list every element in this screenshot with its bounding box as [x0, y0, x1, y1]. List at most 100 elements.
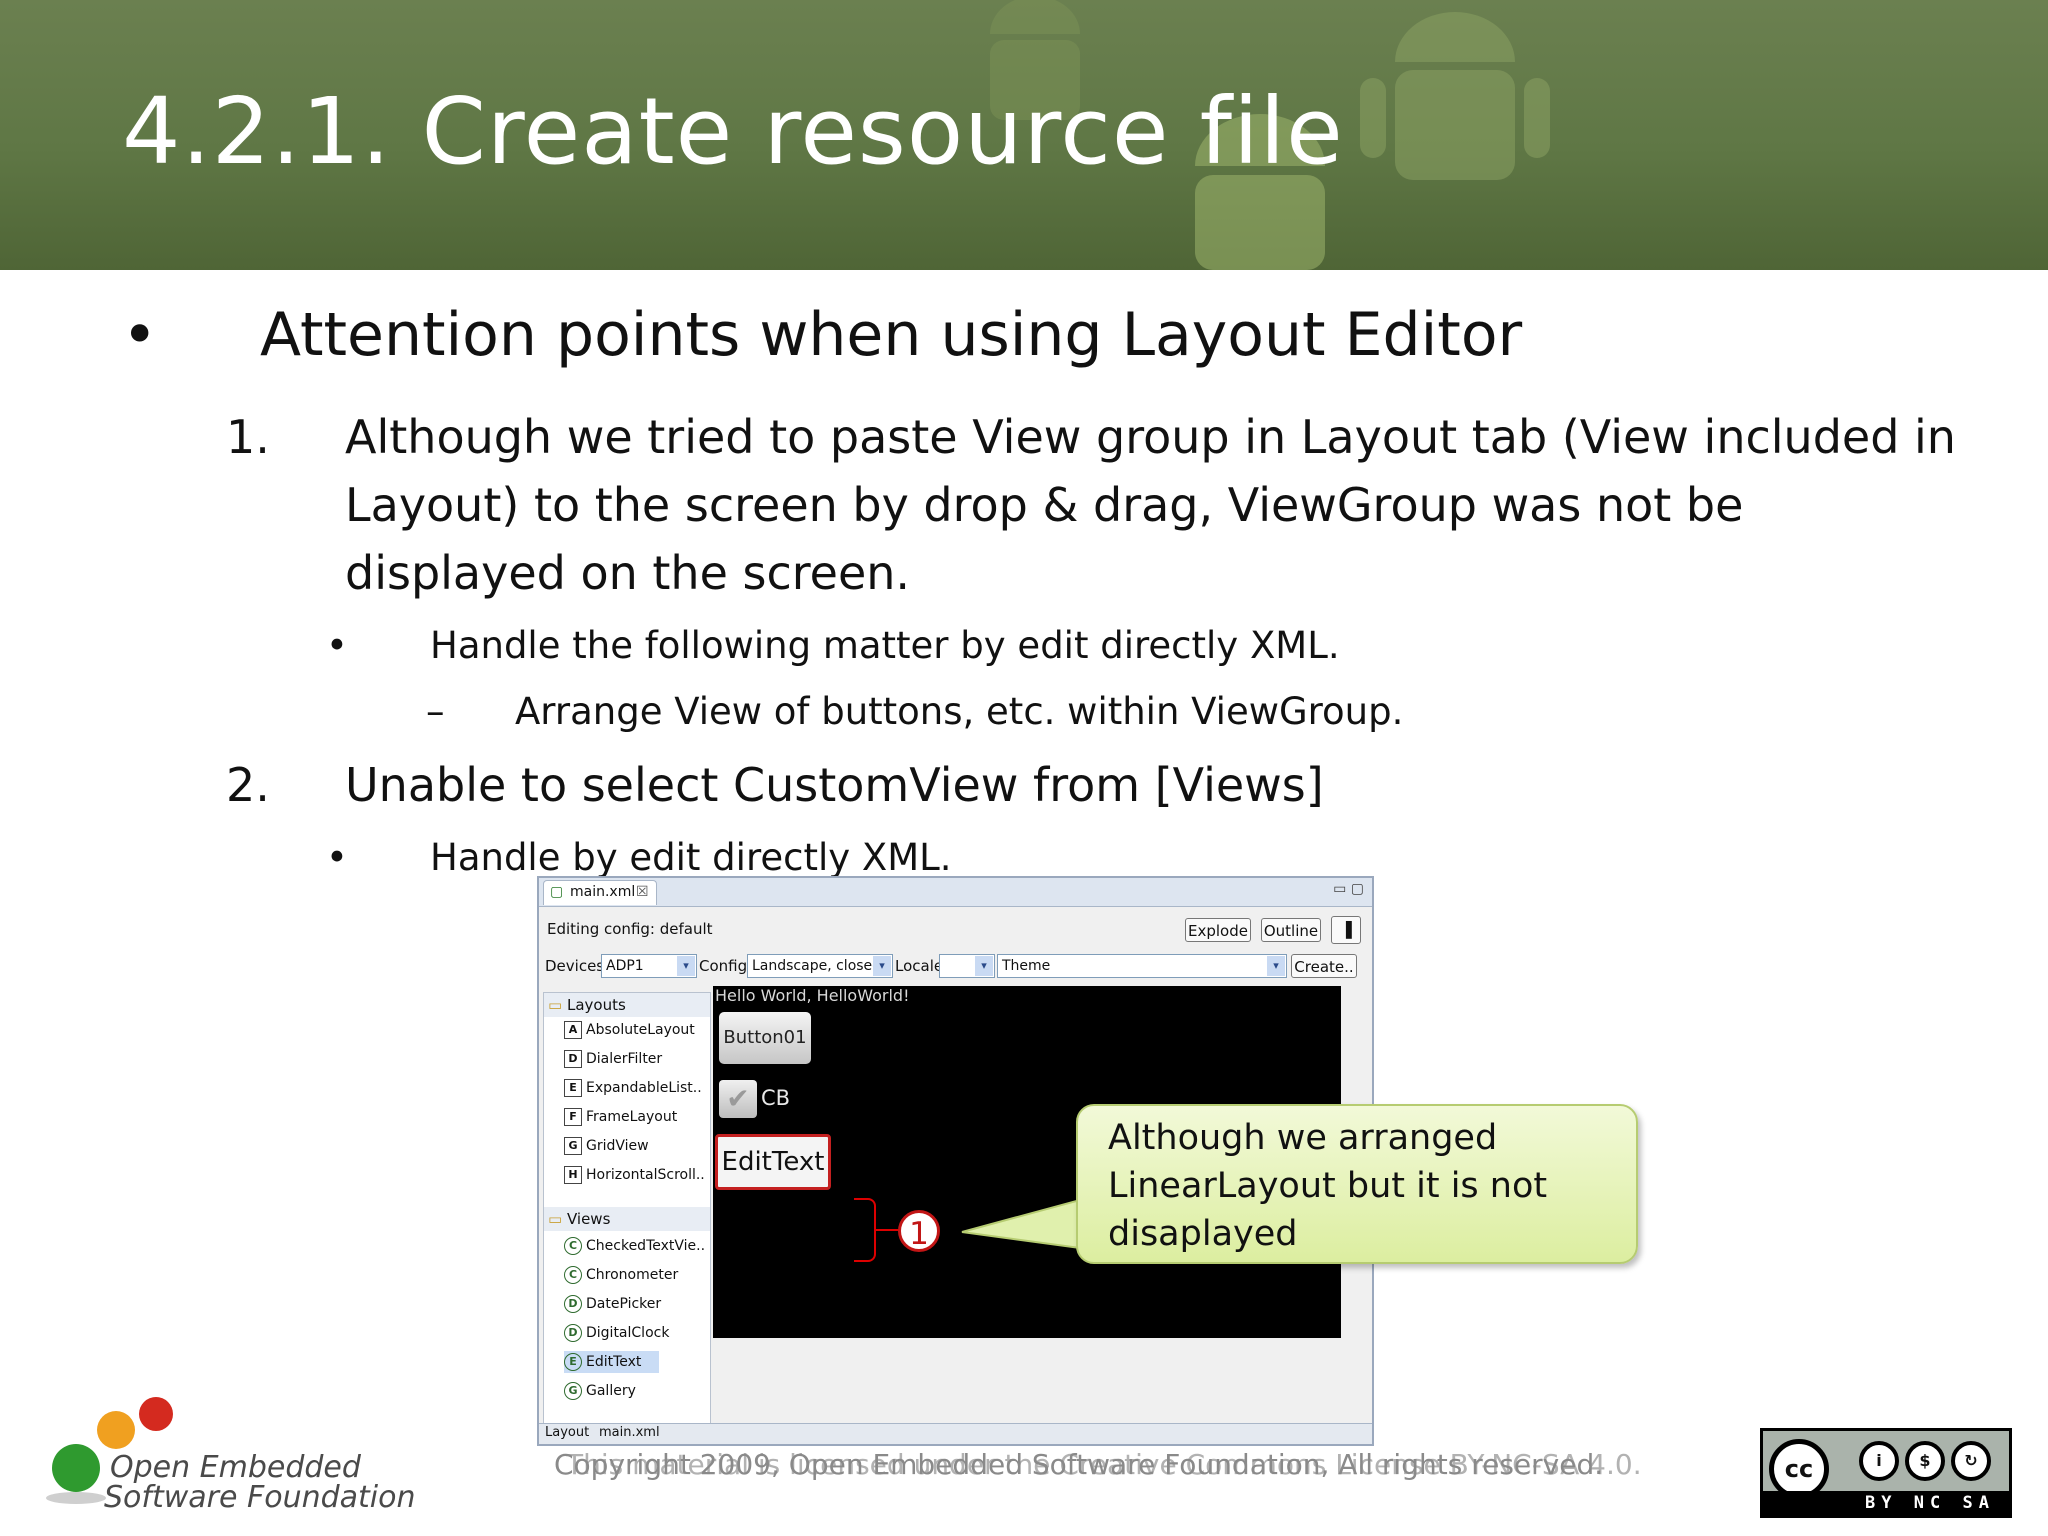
point1-sub-sub: Arrange View of buttons, etc. within Vie…: [515, 690, 1404, 733]
cc-license-badge: cc i $ ↻ BY NC SA: [1760, 1428, 2012, 1518]
layouts-category[interactable]: ▭ Layouts: [544, 993, 710, 1017]
hello-text: Hello World, HelloWorld!: [715, 986, 910, 1005]
palette-item-label: DatePicker: [586, 1296, 662, 1312]
point2-sub-bullet: Handle by edit directly XML.: [430, 836, 952, 879]
footer-license: This material is licensed under the Crea…: [566, 1448, 1642, 1481]
widget-icon: E: [564, 1353, 582, 1371]
locale-select[interactable]: ▾: [939, 954, 995, 978]
point1-sub-bullet: Handle the following matter by edit dire…: [430, 624, 1340, 667]
palette-item[interactable]: G GridView: [564, 1135, 649, 1157]
edittext-preview[interactable]: EditText: [715, 1134, 831, 1190]
cc-sa-label: SA: [1962, 1493, 1995, 1513]
editor-tab-bar: ▢ main.xml ☒ ▭ ▢: [539, 878, 1372, 907]
palette-item-label: HorizontalScroll..: [586, 1167, 705, 1183]
widget-icon: F: [564, 1108, 582, 1126]
config-select[interactable]: Landscape, closec ▾: [747, 954, 893, 978]
palette-item[interactable]: F FrameLayout: [564, 1106, 677, 1128]
logo-text: Software Foundation: [104, 1480, 416, 1515]
point1-number: 1.: [226, 410, 270, 464]
point1-line: displayed on the screen.: [345, 546, 911, 600]
bullet-dot: •: [122, 300, 158, 370]
config-value: Landscape, closec: [752, 958, 880, 974]
palette-item-label: EditText: [586, 1354, 642, 1370]
devices-value: ADP1: [606, 958, 644, 974]
palette-item[interactable]: D DialerFilter: [564, 1048, 662, 1070]
palette-item[interactable]: D DatePicker: [564, 1293, 661, 1315]
palette-item[interactable]: E ExpandableList..: [564, 1077, 702, 1099]
palette-item[interactable]: H HorizontalScroll..: [564, 1164, 705, 1186]
tab-main-xml[interactable]: ▢ main.xml ☒: [543, 880, 657, 905]
chevron-down-icon: ▾: [1267, 956, 1285, 976]
palette-item[interactable]: C Chronometer: [564, 1264, 678, 1286]
palette-panel: ▭ Layouts A AbsoluteLayout D DialerFilter …: [543, 992, 711, 1426]
widget-icon: G: [564, 1137, 582, 1155]
tab-layout[interactable]: Layout: [545, 1425, 589, 1440]
devices-label: Devices: [545, 957, 605, 975]
by-icon: i: [1859, 1441, 1899, 1481]
widget-icon: D: [564, 1324, 582, 1342]
devices-select[interactable]: ADP1 ▾: [601, 954, 697, 978]
widget-icon: D: [564, 1050, 582, 1068]
views-category[interactable]: ▭ Views: [544, 1207, 710, 1231]
red-bracket: [854, 1198, 876, 1262]
chevron-down-icon: ▾: [677, 956, 695, 976]
palette-item-label: DialerFilter: [586, 1051, 663, 1067]
nc-icon: $: [1905, 1441, 1945, 1481]
heading: Attention points when using Layout Edito…: [260, 300, 1523, 370]
palette-item-label: Chronometer: [586, 1267, 679, 1283]
button01-preview[interactable]: Button01: [719, 1012, 811, 1064]
sub-bullet-dot: •: [326, 836, 348, 879]
sub-dash: –: [426, 690, 445, 733]
close-icon[interactable]: ☒: [636, 884, 649, 900]
palette-item[interactable]: G Gallery: [564, 1380, 636, 1402]
callout-line: Although we arranged: [1108, 1118, 1498, 1158]
editing-config-label: Editing config: default: [547, 920, 713, 938]
palette-item-label: ExpandableList..: [586, 1080, 702, 1096]
cc-icon: cc: [1769, 1439, 1829, 1499]
point1-line: Although we tried to paste View group in…: [345, 410, 1956, 464]
chevron-down-icon: ▾: [975, 956, 993, 976]
widget-icon: A: [564, 1021, 582, 1039]
callout-line: disaplayed: [1108, 1214, 1298, 1254]
palette-item-label: DigitalClock: [586, 1325, 670, 1341]
palette-item-label: Gallery: [586, 1383, 636, 1399]
outline-button[interactable]: Outline: [1261, 918, 1321, 942]
folder-icon: ▭: [548, 996, 563, 1014]
point2-number: 2.: [226, 758, 270, 812]
window-controls[interactable]: ▭ ▢: [1333, 881, 1364, 897]
folder-icon: ▭: [548, 1210, 563, 1228]
chevron-down-icon: ▾: [873, 956, 891, 976]
palette-item-label: CheckedTextVie..: [586, 1238, 706, 1254]
sub-bullet-dot: •: [326, 624, 348, 667]
widget-icon: H: [564, 1166, 582, 1184]
palette-item-selected[interactable]: E EditText: [564, 1351, 660, 1373]
palette-item[interactable]: D DigitalClock: [564, 1322, 669, 1344]
create-button[interactable]: Create..: [1291, 954, 1357, 978]
cc-terms: BY NC SA: [1763, 1491, 2009, 1515]
slide-title: 4.2.1. Create resource file: [122, 78, 1344, 185]
sa-icon: ↻: [1951, 1441, 1991, 1481]
palette-item[interactable]: A AbsoluteLayout: [564, 1019, 695, 1041]
explode-button[interactable]: Explode: [1185, 918, 1251, 942]
palette-item-label: FrameLayout: [586, 1109, 678, 1125]
widget-icon: G: [564, 1382, 582, 1400]
xml-file-icon: ▢: [550, 884, 564, 900]
point1-line: Layout) to the screen by drop & drag, Vi…: [345, 478, 1744, 532]
palette-item-label: GridView: [586, 1138, 649, 1154]
theme-value: Theme: [1002, 958, 1051, 974]
config-row: Editing config: default Explode Outline …: [539, 914, 1372, 948]
checkbox-preview[interactable]: ✔: [719, 1080, 757, 1118]
cc-by-label: BY: [1865, 1493, 1898, 1513]
theme-select[interactable]: Theme ▾: [997, 954, 1287, 978]
callout-line: LinearLayout but it is not: [1108, 1166, 1548, 1206]
tab-main-xml-source[interactable]: main.xml: [599, 1425, 660, 1440]
editor-bottom-tabs: Layout main.xml: [539, 1423, 1372, 1444]
cc-nc-label: NC: [1913, 1493, 1947, 1513]
device-row: Devices ADP1 ▾ Config Landscape, closec …: [539, 952, 1372, 986]
widget-icon: E: [564, 1079, 582, 1097]
layout-toggle-icon[interactable]: ▐: [1331, 916, 1361, 944]
checkbox-label: CB: [761, 1086, 791, 1110]
layouts-label: Layouts: [566, 996, 626, 1014]
widget-icon: C: [564, 1237, 582, 1255]
palette-item[interactable]: C CheckedTextVie..: [564, 1235, 705, 1257]
